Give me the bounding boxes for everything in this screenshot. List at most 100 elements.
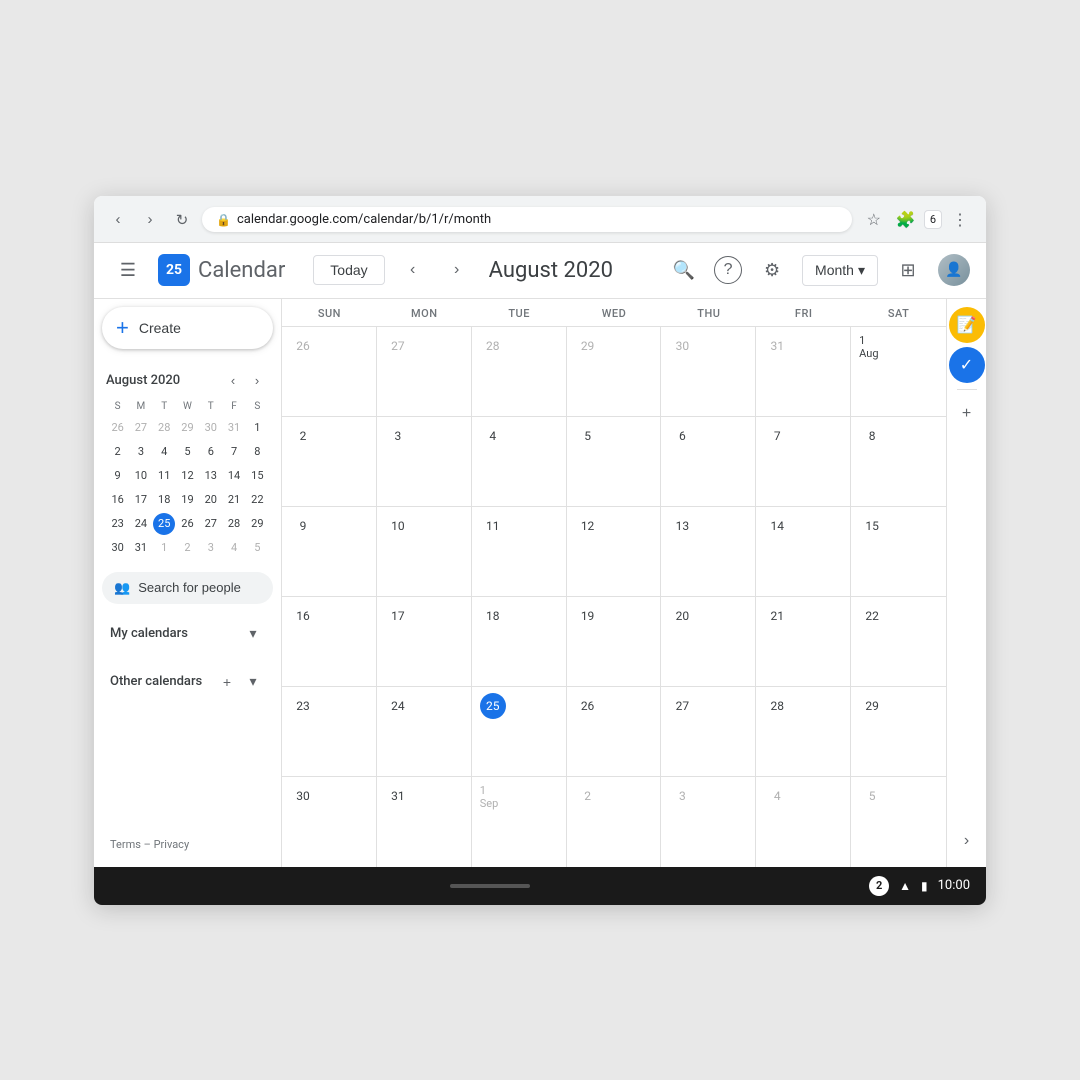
cal-day-cell[interactable]: 1 Sep [472,777,567,867]
cal-day-num[interactable]: 29 [575,333,601,359]
more-options-button[interactable]: ⋮ [946,206,974,234]
cal-day-cell[interactable]: 11 [472,507,567,596]
cal-day-num[interactable]: 12 [575,513,601,539]
other-calendars-add-button[interactable]: + [215,670,239,694]
next-month-button[interactable]: › [441,254,473,286]
cal-day-num[interactable]: 3 [669,783,695,809]
cal-day-cell[interactable]: 1 Aug [851,327,946,416]
mini-cal-day[interactable]: 14 [223,465,245,487]
back-button[interactable]: ‹ [106,208,130,232]
cal-day-num[interactable]: 17 [385,603,411,629]
mini-cal-day[interactable]: 2 [107,441,129,463]
cal-day-num[interactable]: 31 [385,783,411,809]
mini-cal-day[interactable]: 26 [176,513,198,535]
cal-day-num[interactable]: 4 [764,783,790,809]
cal-day-cell[interactable]: 9 [282,507,377,596]
mini-cal-day[interactable]: 5 [246,537,268,559]
mini-cal-day[interactable]: 10 [130,465,152,487]
cal-day-num[interactable]: 1 Sep [480,784,506,810]
cal-day-num[interactable]: 29 [859,693,885,719]
cal-day-num[interactable]: 14 [764,513,790,539]
cal-day-num[interactable]: 2 [575,783,601,809]
mini-cal-day[interactable]: 26 [107,417,129,439]
cal-day-cell[interactable]: 29 [567,327,662,416]
cal-day-cell[interactable]: 30 [661,327,756,416]
cal-day-num[interactable]: 26 [290,333,316,359]
cal-day-cell[interactable]: 31 [756,327,851,416]
privacy-link[interactable]: Privacy [154,838,190,851]
add-sidebar-button[interactable]: + [949,396,985,432]
cal-day-cell[interactable]: 5 [567,417,662,506]
cal-day-num[interactable]: 5 [859,783,885,809]
cal-day-num[interactable]: 20 [669,603,695,629]
cal-day-cell[interactable]: 28 [756,687,851,776]
terms-link[interactable]: Terms [110,838,141,851]
cal-day-cell[interactable]: 12 [567,507,662,596]
mini-cal-day[interactable]: 3 [130,441,152,463]
mini-cal-day[interactable]: 16 [107,489,129,511]
my-calendars-chevron[interactable]: ▾ [241,622,265,646]
mini-cal-day[interactable]: 29 [176,417,198,439]
cal-day-cell[interactable]: 18 [472,597,567,686]
mini-cal-day[interactable]: 31 [223,417,245,439]
cal-day-cell[interactable]: 14 [756,507,851,596]
cal-day-cell[interactable]: 3 [661,777,756,867]
mini-cal-day[interactable]: 28 [223,513,245,535]
help-button[interactable]: ? [714,256,742,284]
cal-day-cell[interactable]: 29 [851,687,946,776]
search-button[interactable]: 🔍 [666,252,702,288]
cal-day-num[interactable]: 30 [290,783,316,809]
mini-cal-day[interactable]: 1 [246,417,268,439]
cal-day-cell[interactable]: 4 [472,417,567,506]
mini-cal-next-button[interactable]: › [245,369,269,393]
cal-day-num[interactable]: 24 [385,693,411,719]
reload-button[interactable]: ↻ [170,208,194,232]
mini-cal-day[interactable]: 21 [223,489,245,511]
bookmark-button[interactable]: ☆ [860,206,888,234]
notes-button[interactable]: 📝 [949,307,985,343]
cal-day-num[interactable]: 21 [764,603,790,629]
mini-cal-day[interactable]: 30 [200,417,222,439]
cal-day-cell[interactable]: 22 [851,597,946,686]
cal-day-cell[interactable]: 24 [377,687,472,776]
cal-day-num[interactable]: 23 [290,693,316,719]
cal-day-num[interactable]: 5 [575,423,601,449]
cal-day-cell[interactable]: 27 [661,687,756,776]
mini-cal-day[interactable]: 5 [176,441,198,463]
user-avatar[interactable]: 👤 [938,254,970,286]
cal-day-cell[interactable]: 2 [567,777,662,867]
cal-day-cell[interactable]: 20 [661,597,756,686]
mini-cal-day[interactable]: 24 [130,513,152,535]
mini-cal-day[interactable]: 22 [246,489,268,511]
mini-cal-day[interactable]: 27 [130,417,152,439]
cal-day-num[interactable]: 31 [764,333,790,359]
cal-day-num[interactable]: 6 [669,423,695,449]
cal-day-num[interactable]: 11 [480,513,506,539]
prev-month-button[interactable]: ‹ [397,254,429,286]
mini-cal-day[interactable]: 15 [246,465,268,487]
cal-day-cell[interactable]: 21 [756,597,851,686]
mini-cal-day[interactable]: 11 [153,465,175,487]
cal-day-cell[interactable]: 17 [377,597,472,686]
cal-day-cell[interactable]: 5 [851,777,946,867]
cal-day-num[interactable]: 28 [764,693,790,719]
mini-cal-day[interactable]: 17 [130,489,152,511]
settings-button[interactable]: ⚙ [754,252,790,288]
cal-day-num[interactable]: 16 [290,603,316,629]
cal-day-cell[interactable]: 27 [377,327,472,416]
other-calendars-chevron[interactable]: ▾ [241,670,265,694]
mini-cal-day[interactable]: 3 [200,537,222,559]
mini-cal-day[interactable]: 4 [153,441,175,463]
google-apps-button[interactable]: ⊞ [890,252,926,288]
cal-day-cell[interactable]: 10 [377,507,472,596]
cal-day-cell[interactable]: 25 [472,687,567,776]
address-bar[interactable]: 🔒 calendar.google.com/calendar/b/1/r/mon… [202,207,852,232]
cal-day-cell[interactable]: 7 [756,417,851,506]
mini-cal-day[interactable]: 8 [246,441,268,463]
cal-day-num[interactable]: 3 [385,423,411,449]
cal-day-num[interactable]: 18 [480,603,506,629]
other-calendars-section[interactable]: Other calendars + ▾ [102,664,273,700]
mini-cal-day[interactable]: 12 [176,465,198,487]
cal-day-cell[interactable]: 26 [282,327,377,416]
cal-day-num[interactable]: 13 [669,513,695,539]
